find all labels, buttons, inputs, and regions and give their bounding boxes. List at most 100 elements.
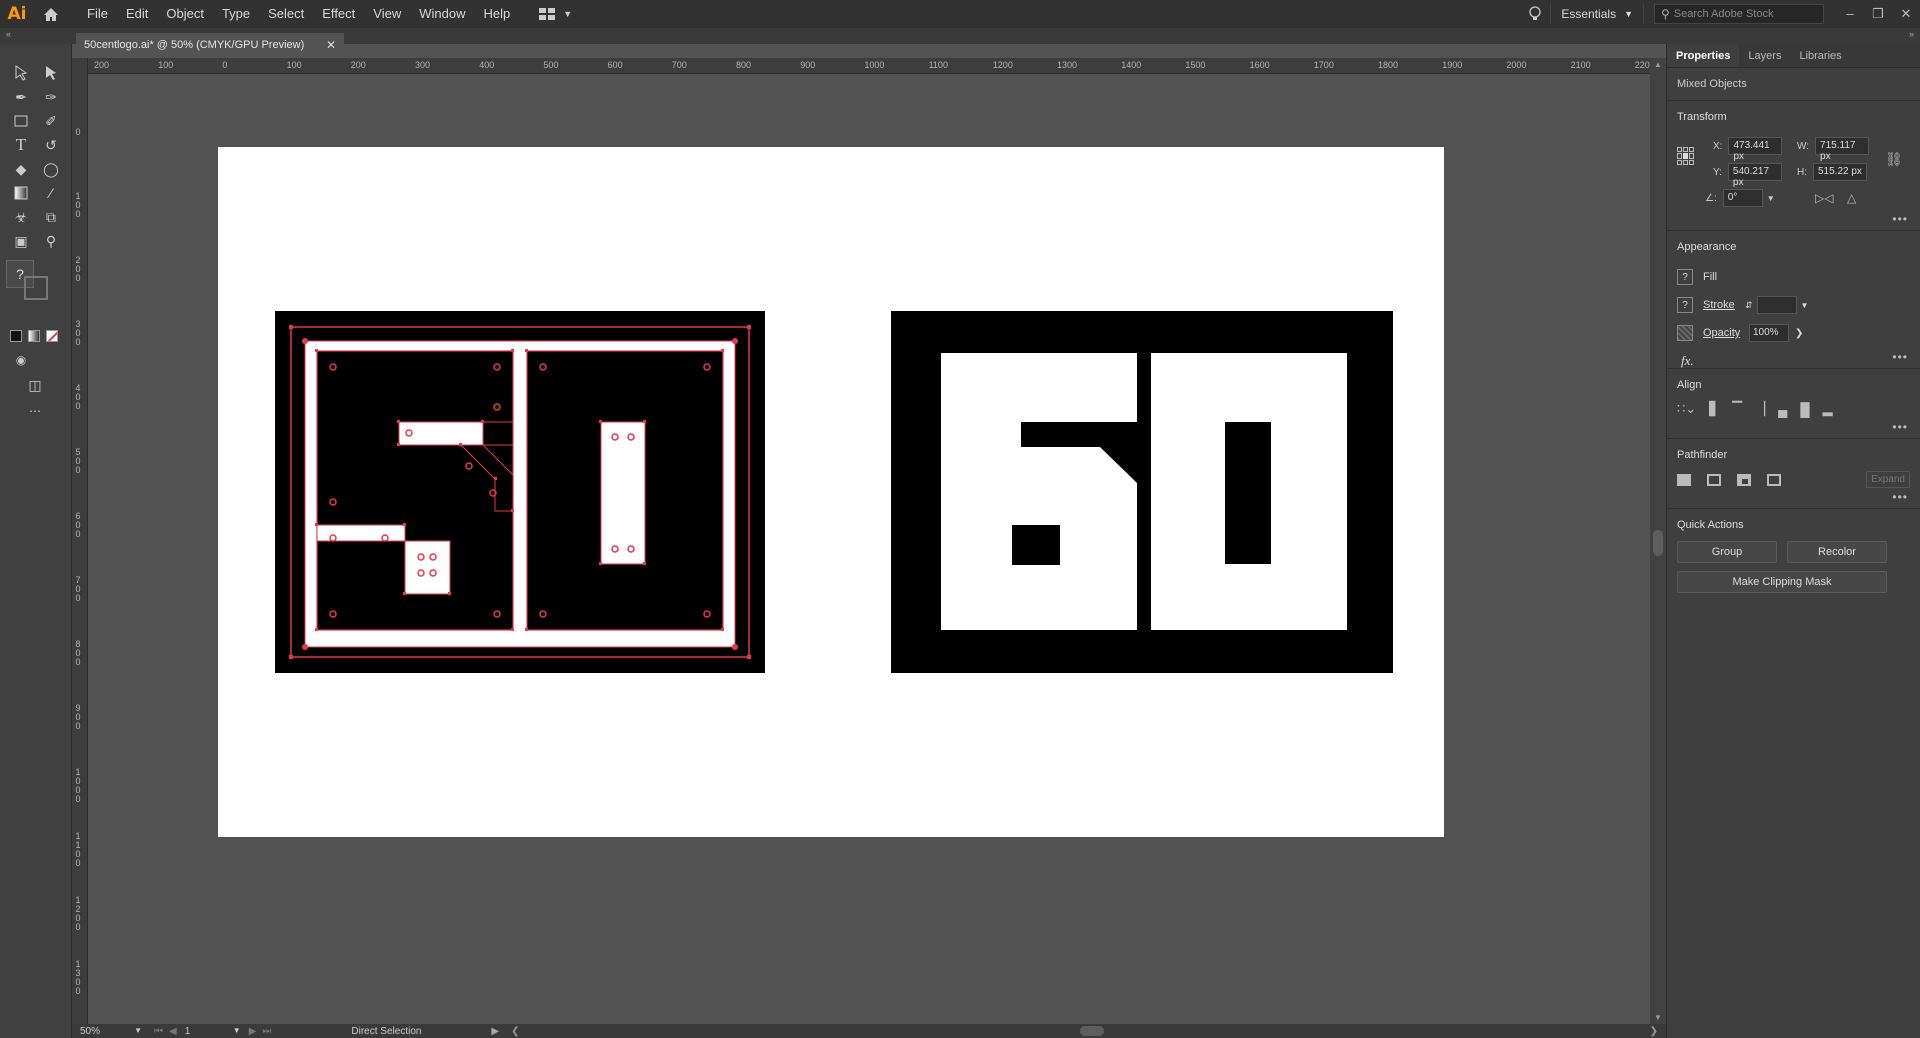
tab-libraries[interactable]: Libraries [1790,44,1850,67]
more-options-icon[interactable]: ••• [1892,490,1908,504]
stroke-swatch-icon[interactable]: ? [1677,297,1693,313]
next-artboard-icon[interactable]: ▶ [249,1026,257,1037]
zoom-tool-icon[interactable]: ⚲ [38,230,64,252]
rectangle-tool-icon[interactable] [8,110,34,132]
height-field[interactable]: 515.22 px [1813,163,1867,181]
stroke-weight-field[interactable] [1756,296,1797,314]
y-field[interactable]: 540.217 px [1727,163,1782,188]
exclude-icon[interactable] [1767,473,1781,486]
chevron-down-icon[interactable]: ▼ [1801,301,1809,310]
align-center-h-icon[interactable]: ▔ [1732,401,1742,417]
flip-vertical-icon[interactable]: △ [1847,191,1856,205]
minus-front-icon[interactable] [1707,473,1721,486]
more-options-icon[interactable]: ••• [1892,212,1908,226]
menu-object[interactable]: Object [157,0,213,28]
close-icon[interactable]: ✕ [326,38,336,52]
prev-artboard-icon[interactable]: ◀ [169,1026,177,1037]
close-button[interactable]: ✕ [1892,6,1920,22]
home-icon[interactable] [34,0,68,28]
color-mode-icon[interactable] [10,330,22,342]
fill-swatch-icon[interactable]: ? [1677,269,1693,285]
scroll-left-icon[interactable]: ❮ [511,1026,519,1037]
horizontal-ruler[interactable]: 200 100 0 100 200 300 400 500 600 700 800 900 1000 11… [88,58,1650,74]
vertical-ruler[interactable]: 0 100 200 300 400 500 600 700 800 900 1000 1100 1200… [72,58,88,1024]
workspace-dropdown[interactable]: Essentials ▼ [1550,4,1644,24]
menu-select[interactable]: Select [259,0,313,28]
stroke-swatch[interactable] [24,276,48,300]
gradient-mode-icon[interactable] [28,330,40,342]
direct-selection-tool-icon[interactable] [38,62,64,84]
make-clipping-mask-button[interactable]: Make Clipping Mask [1677,571,1887,593]
align-bottom-icon[interactable]: ▂ [1823,401,1833,417]
artboard-select[interactable]: 1 ▼ [185,1026,241,1037]
scroll-right-icon[interactable]: ❯ [1650,1026,1658,1037]
stroke-stepper-icon[interactable]: ⇵ [1745,300,1753,311]
collapse-left-icon[interactable]: « [6,29,11,39]
tab-layers[interactable]: Layers [1739,44,1790,67]
rotate-tool-icon[interactable]: ↺ [38,134,64,156]
unite-icon[interactable] [1677,473,1691,486]
menu-file[interactable]: File [78,0,117,28]
shape-builder-tool-icon[interactable]: ⧉ [38,206,64,228]
eraser-tool-icon[interactable]: ◆ [8,158,34,180]
canvas-area[interactable] [88,74,1650,1024]
recolor-button[interactable]: Recolor [1787,541,1887,563]
paintbrush-tool-icon[interactable]: ✐ [38,110,64,132]
x-field[interactable]: 473.441 px [1728,137,1783,162]
none-mode-icon[interactable] [46,330,58,342]
draw-mode-icon[interactable]: ◉ [8,349,34,371]
gradient-tool-icon[interactable] [8,182,34,204]
menu-effect[interactable]: Effect [313,0,364,28]
chevron-right-icon[interactable]: ❯ [1795,328,1803,339]
zoom-select[interactable]: 50% ▼ [72,1026,142,1037]
menu-help[interactable]: Help [474,0,519,28]
intersect-icon[interactable] [1737,473,1751,486]
document-tab[interactable]: 50centlogo.ai* @ 50% (CMYK/GPU Preview) … [76,33,344,57]
align-center-v-icon[interactable]: █ [1800,402,1809,417]
status-menu-icon[interactable]: ▶ [491,1026,499,1037]
more-tools-icon[interactable]: ⋯ [22,400,48,422]
opacity-field[interactable]: 100% [1749,324,1789,342]
stock-search-input[interactable]: ⚲ Search Adobe Stock [1654,4,1824,24]
lasso-tool-icon[interactable]: ◯ [38,158,64,180]
chevron-down-icon[interactable]: ▼ [1767,194,1775,203]
eyedropper-tool-icon[interactable]: ∕ [38,182,64,204]
width-field[interactable]: 715.117 px [1815,137,1870,162]
type-tool-icon[interactable]: T [8,134,34,156]
align-top-icon[interactable]: ▄ [1778,402,1787,417]
more-options-icon[interactable]: ••• [1892,350,1908,364]
fx-icon[interactable]: fx. [1681,353,1694,369]
opacity-label[interactable]: Opacity [1703,327,1749,339]
workspace-switcher[interactable]: ▼ [539,7,572,21]
screen-mode-icon[interactable]: ◫ [22,374,48,396]
align-left-icon[interactable]: ▋ [1709,401,1719,417]
scroll-down-icon[interactable]: ▼ [1654,1013,1662,1022]
minimize-button[interactable]: – [1836,6,1864,22]
menu-view[interactable]: View [364,0,410,28]
lightbulb-icon[interactable] [1520,6,1550,22]
vertical-scrollbar[interactable]: ▲ ▼ [1650,58,1666,1024]
align-right-icon[interactable]: ▕ [1755,401,1765,417]
flip-horizontal-icon[interactable]: ▷◁ [1815,191,1833,205]
last-artboard-icon[interactable]: ⏭ [262,1026,271,1037]
more-options-icon[interactable]: ••• [1892,420,1908,434]
group-button[interactable]: Group [1677,541,1777,563]
stroke-label[interactable]: Stroke [1703,299,1745,311]
menu-edit[interactable]: Edit [117,0,157,28]
artboard-tool-icon[interactable]: ▣ [8,230,34,252]
scroll-thumb[interactable] [1653,530,1663,556]
pen-tool-icon[interactable]: ✒ [8,86,34,108]
align-to-icon[interactable]: ∷⌄ [1677,401,1696,417]
constrain-proportions-icon[interactable]: ⛓ [1885,151,1903,168]
scroll-up-icon[interactable]: ▲ [1654,60,1662,69]
puppet-warp-tool-icon[interactable]: ☣ [8,206,34,228]
menu-window[interactable]: Window [410,0,474,28]
tab-properties[interactable]: Properties [1667,44,1740,67]
angle-field[interactable]: 0° [1722,189,1763,207]
artboard[interactable] [218,147,1444,837]
curvature-tool-icon[interactable]: ✑ [38,86,64,108]
expand-button[interactable]: Expand [1866,471,1910,488]
reference-point-icon[interactable] [1677,147,1695,165]
horizontal-scroll-thumb[interactable] [1079,1026,1104,1036]
selection-tool-icon[interactable] [8,62,34,84]
